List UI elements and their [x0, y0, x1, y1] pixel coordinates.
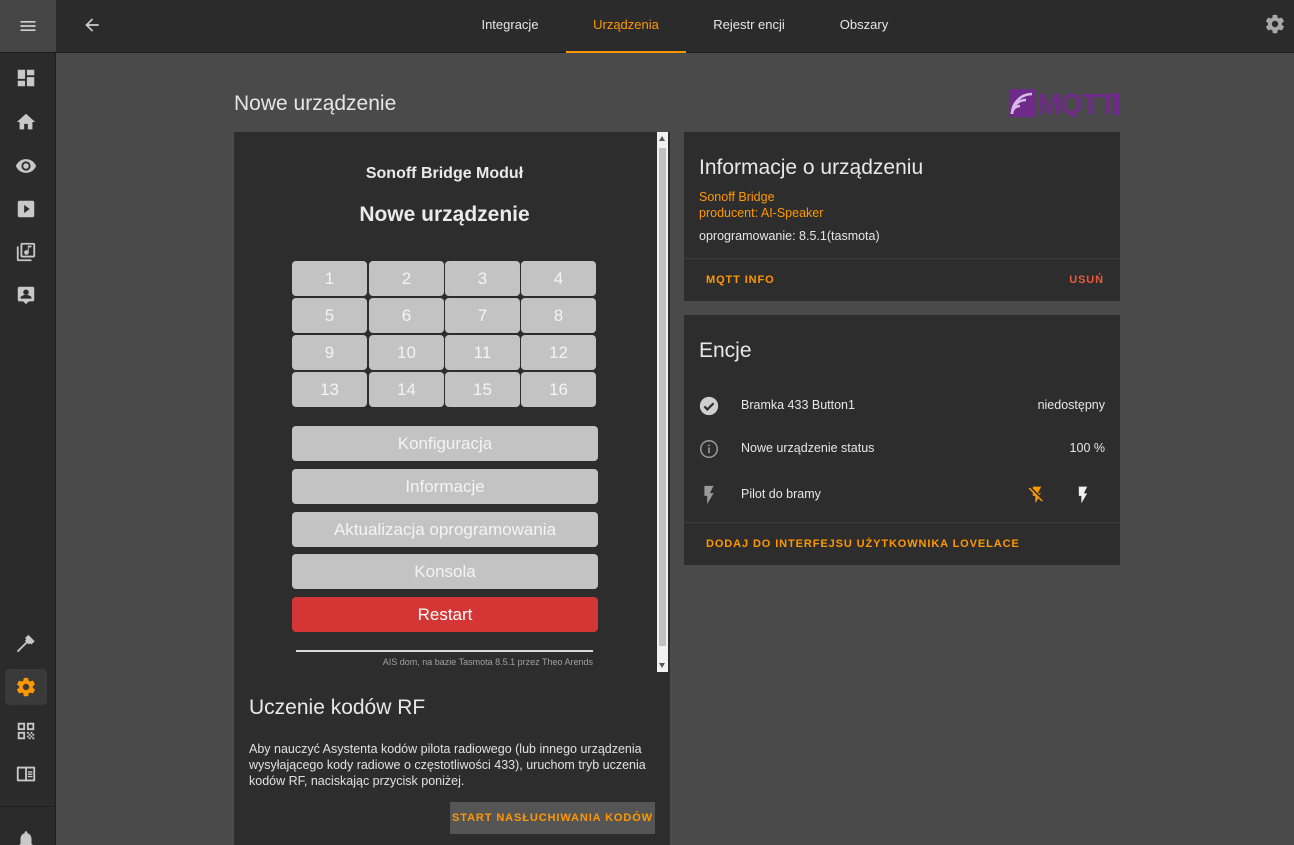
grid-button-13[interactable]: 13 — [292, 372, 367, 407]
frame-footer: AIS dom, na bazie Tasmota 8.5.1 przez Th… — [382, 657, 593, 667]
entity-name: Pilot do bramy — [741, 487, 821, 501]
sidebar-item-history[interactable] — [5, 148, 47, 184]
qrcode-icon — [17, 722, 35, 740]
svg-text:MQTT: MQTT — [1037, 89, 1116, 117]
play-icon — [17, 200, 35, 218]
grid-button-10[interactable]: 10 — [369, 335, 444, 370]
arrow-left-icon — [85, 18, 99, 32]
tab-entity-registry[interactable]: Rejestr encji — [689, 0, 809, 53]
grid-button-15[interactable]: 15 — [445, 372, 520, 407]
account-box-icon — [17, 286, 35, 305]
grid-button-3[interactable]: 3 — [445, 261, 520, 296]
entity-row[interactable]: Nowe urządzenie status 100 % — [684, 428, 1120, 468]
grid-button-12[interactable]: 12 — [521, 335, 596, 370]
scroll-down-arrow-icon[interactable] — [659, 663, 665, 668]
entity-name: Bramka 433 Button1 — [741, 398, 855, 412]
sidebar-item-assistant[interactable] — [5, 277, 47, 313]
home-icon — [16, 113, 36, 130]
page-title: Nowe urządzenie — [234, 92, 397, 115]
device-info-title: Informacje o urządzeniu — [699, 156, 924, 179]
card-divider — [684, 522, 1120, 523]
frame-device-name: Nowe urządzenie — [359, 203, 530, 226]
top-toolbar: Integracje Urządzenia Rejestr encji Obsz… — [56, 0, 1294, 53]
sidebar-item-notifications[interactable] — [5, 822, 47, 845]
module-name: Sonoff Bridge Moduł — [365, 165, 524, 182]
menu-icon — [20, 21, 36, 31]
check-circle-icon — [698, 395, 720, 417]
firmware-update-button[interactable]: Aktualizacja oprogramowania — [292, 512, 598, 547]
sidebar-divider — [0, 806, 56, 807]
dashboard-icon — [17, 69, 35, 87]
grid-button-8[interactable]: 8 — [521, 298, 596, 333]
entity-row[interactable]: Bramka 433 Button1 niedostępny — [684, 385, 1120, 425]
information-outline-icon — [698, 438, 720, 460]
grid-button-16[interactable]: 16 — [521, 372, 596, 407]
mqtt-info-button[interactable]: MQTT INFO — [706, 274, 775, 286]
book-icon — [16, 766, 36, 782]
scrollbar-thumb[interactable] — [659, 148, 666, 646]
back-button[interactable] — [80, 13, 104, 37]
sidebar-item-guide[interactable] — [5, 756, 47, 792]
tab-areas[interactable]: Obszary — [804, 0, 924, 53]
grid-button-1[interactable]: 1 — [292, 261, 367, 296]
grid-button-2[interactable]: 2 — [369, 261, 444, 296]
grid-button-4[interactable]: 4 — [521, 261, 596, 296]
device-model: Sonoff Bridge — [699, 190, 775, 204]
flash-icon — [1078, 486, 1088, 504]
grid-button-9[interactable]: 9 — [292, 335, 367, 370]
sidebar-item-home[interactable] — [5, 104, 47, 140]
bell-icon — [19, 831, 33, 845]
tab-devices[interactable]: Urządzenia — [566, 0, 686, 53]
flash-icon — [698, 484, 720, 506]
restart-button[interactable]: Restart — [292, 597, 598, 632]
start-listening-button[interactable]: START NASŁUCHIWANIA KODÓW — [450, 802, 655, 834]
device-info-card: Informacje o urządzeniu Sonoff Bridge pr… — [684, 132, 1120, 301]
rf-learning-title: Uczenie kodów RF — [249, 696, 426, 719]
mqtt-logo: MQTT — [1009, 89, 1120, 117]
sidebar-item-developer-tools[interactable] — [5, 626, 47, 662]
frame-scrollbar[interactable] — [657, 132, 668, 672]
hammer-icon — [16, 634, 35, 653]
scroll-up-arrow-icon[interactable] — [659, 136, 665, 141]
turn-off-button[interactable] — [1025, 483, 1049, 507]
grid-button-5[interactable]: 5 — [292, 298, 367, 333]
entities-card: Encje Bramka 433 Button1 niedostępny Now… — [684, 315, 1120, 565]
add-to-lovelace-button[interactable]: DODAJ DO INTERFEJSU UŻYTKOWNIKA LOVELACE — [706, 538, 1020, 550]
flash-off-icon — [1028, 486, 1043, 504]
tasmota-frame: Sonoff Bridge Moduł Nowe urządzenie 1 2 … — [234, 132, 670, 672]
delete-device-button[interactable]: USUŃ — [1069, 274, 1104, 286]
sidebar-item-media[interactable] — [5, 191, 47, 227]
sidebar — [0, 0, 56, 845]
rf-learning-description: Aby nauczyć Asystenta kodów pilota radio… — [249, 742, 646, 788]
menu-button[interactable] — [0, 0, 56, 53]
grid-button-7[interactable]: 7 — [445, 298, 520, 333]
entity-state: 100 % — [1069, 441, 1105, 455]
configuration-button[interactable]: Konfiguracja — [292, 426, 598, 461]
frame-divider — [296, 650, 593, 652]
sidebar-item-qr[interactable] — [5, 713, 47, 749]
header-settings-button[interactable] — [1264, 13, 1288, 37]
sidebar-item-library[interactable] — [5, 234, 47, 270]
card-divider — [684, 258, 1120, 259]
information-button[interactable]: Informacje — [292, 469, 598, 504]
gear-icon — [1266, 14, 1284, 34]
entity-state: niedostępny — [1037, 398, 1105, 412]
tab-integrations[interactable]: Integracje — [450, 0, 570, 53]
entity-name: Nowe urządzenie status — [741, 441, 875, 455]
turn-on-button[interactable] — [1071, 483, 1095, 507]
entities-title: Encje — [699, 339, 752, 362]
grid-button-14[interactable]: 14 — [369, 372, 444, 407]
device-firmware: oprogramowanie: 8.5.1(tasmota) — [699, 229, 880, 243]
eye-icon — [15, 159, 37, 173]
console-button[interactable]: Konsola — [292, 554, 598, 589]
entity-row[interactable]: Pilot do bramy — [684, 474, 1120, 514]
device-console-card: Sonoff Bridge Moduł Nowe urządzenie 1 2 … — [234, 132, 670, 845]
sidebar-item-overview[interactable] — [5, 60, 47, 96]
gear-icon — [17, 677, 35, 697]
grid-button-6[interactable]: 6 — [369, 298, 444, 333]
grid-button-11[interactable]: 11 — [445, 335, 520, 370]
device-manufacturer: producent: AI-Speaker — [699, 206, 824, 220]
sidebar-item-settings[interactable] — [5, 669, 47, 705]
music-library-icon — [16, 242, 36, 262]
